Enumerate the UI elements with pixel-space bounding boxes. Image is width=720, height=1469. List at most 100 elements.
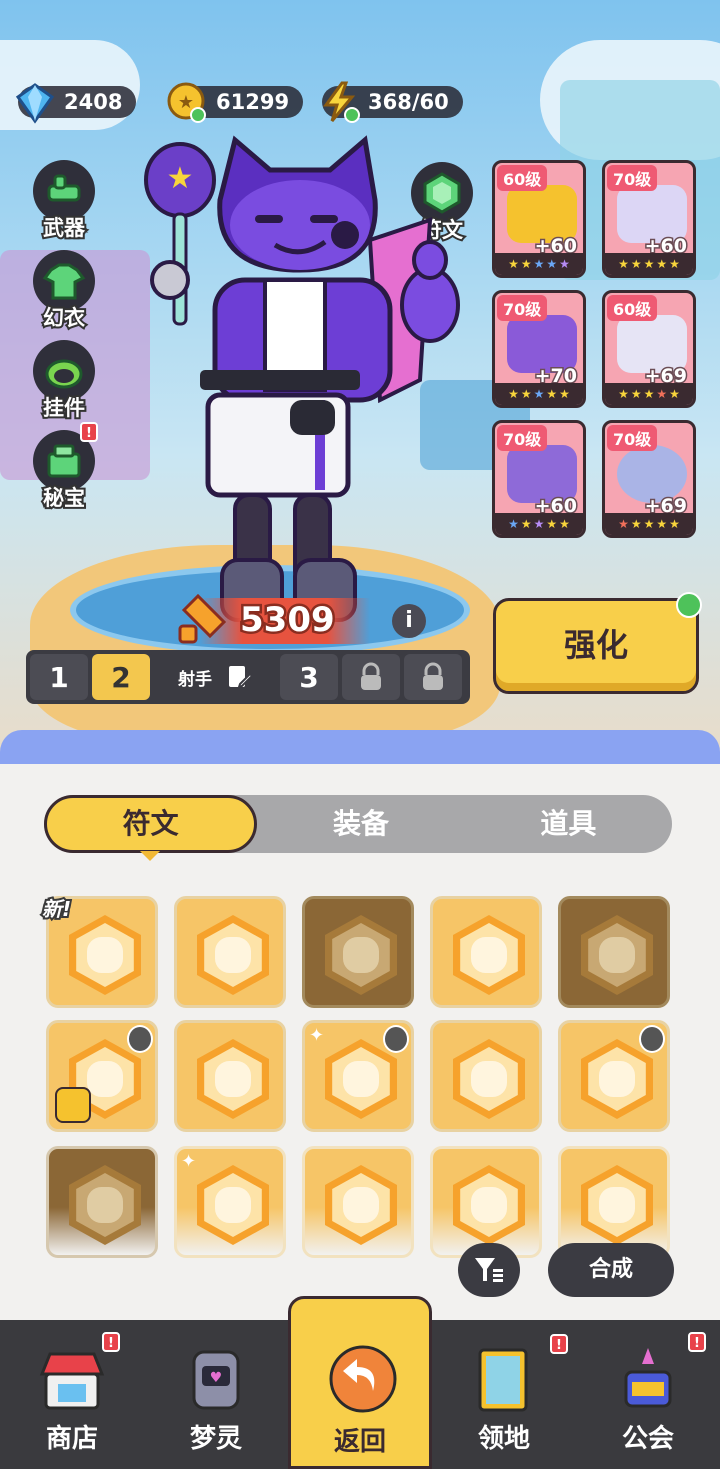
notification-badge: ! xyxy=(688,1332,706,1352)
rune-item[interactable] xyxy=(430,1020,542,1132)
notification-badge: ! xyxy=(102,1332,120,1352)
star-rating: ★ ★ ★ ★ ★ xyxy=(495,383,583,405)
nav-return[interactable]: 返回 xyxy=(288,1296,432,1469)
rune-item[interactable] xyxy=(174,1020,286,1132)
gem-icon xyxy=(15,83,55,124)
filter-icon xyxy=(475,1258,503,1282)
return-icon xyxy=(329,1345,397,1413)
lock-icon xyxy=(423,662,443,690)
lock-icon xyxy=(383,1025,409,1053)
loadout-name[interactable]: 射手 xyxy=(154,664,276,690)
territory-icon xyxy=(478,1348,528,1412)
equipment-level: 60级 xyxy=(497,165,548,191)
strengthen-button[interactable]: 强化 xyxy=(493,598,699,694)
nav-dream-spirit[interactable]: ♥ 梦灵 xyxy=(144,1320,288,1469)
weapon-label: 武器 xyxy=(41,214,87,242)
character-avatar-icon xyxy=(55,1087,91,1123)
info-button[interactable]: i xyxy=(392,604,426,638)
tab-pointer xyxy=(140,851,160,861)
equipment-slot-pants[interactable]: 60级 +69 ★ ★ ★ ★ ★ xyxy=(602,290,696,408)
nav-return-label: 返回 xyxy=(333,1427,386,1457)
nav-shop[interactable]: 商店 ! xyxy=(0,1320,144,1469)
sword-icon xyxy=(178,593,227,644)
rune-item[interactable] xyxy=(174,896,286,1008)
loadout-slot-locked[interactable] xyxy=(342,654,400,700)
sparkle-icon: ✦ xyxy=(309,1025,325,1046)
rune-item[interactable] xyxy=(46,1146,158,1258)
notification-badge: ! xyxy=(550,1334,568,1354)
pendant-button[interactable]: 挂件 xyxy=(22,340,106,430)
rune-item[interactable] xyxy=(558,1020,670,1132)
bottom-nav: 商店 ! ♥ 梦灵 返回 领地 ! 公会 ! xyxy=(0,1296,720,1469)
star-rating: ★ ★ ★ ★ ★ xyxy=(495,513,583,535)
star-rating: ★ ★ ★ ★ ★ xyxy=(605,383,693,405)
guild-icon xyxy=(624,1348,672,1408)
coin-counter[interactable]: ★ 61299 xyxy=(167,82,304,123)
weapon-button[interactable]: 武器 xyxy=(22,160,106,250)
tab-equipment[interactable]: 装备 xyxy=(257,795,464,853)
energy-icon xyxy=(323,81,360,123)
equipment-slot-shoes[interactable]: 70级 +60 ★ ★ ★ ★ ★ xyxy=(492,420,586,538)
notification-badge: ! xyxy=(80,422,98,442)
loadout-name-label: 射手 xyxy=(178,669,212,690)
lock-icon xyxy=(127,1025,153,1053)
equipment-level: 70级 xyxy=(497,295,548,321)
rune-item[interactable] xyxy=(558,896,670,1008)
coin-icon: ★ xyxy=(167,82,206,123)
inventory-panel-header xyxy=(0,730,720,768)
loadout-slot-2[interactable]: 2 xyxy=(92,654,150,700)
treasure-label: 秘宝 xyxy=(41,484,87,512)
tab-rune[interactable]: 符文 xyxy=(44,795,258,853)
energy-counter[interactable]: 368/60 xyxy=(322,81,463,123)
filter-button[interactable] xyxy=(458,1243,520,1297)
loadout-slot-1[interactable]: 1 xyxy=(30,654,88,700)
equipment-slot-gloves[interactable]: 70级 +70 ★ ★ ★ ★ ★ xyxy=(492,290,586,408)
rune-item[interactable] xyxy=(430,1146,542,1258)
loadout-selector: 1 2 射手 3 xyxy=(26,650,470,704)
loadout-slot-locked[interactable] xyxy=(404,654,462,700)
gem-value: 2408 xyxy=(64,90,123,114)
outfit-label: 幻衣 xyxy=(41,304,87,332)
rune-item[interactable]: ✦ xyxy=(302,1020,414,1132)
rune-item[interactable] xyxy=(430,896,542,1008)
nav-territory[interactable]: 领地 ! xyxy=(432,1320,576,1469)
svg-text:♥: ♥ xyxy=(210,1370,223,1386)
nav-guild[interactable]: 公会 ! xyxy=(576,1320,720,1469)
compose-button[interactable]: 合成 xyxy=(548,1243,674,1297)
inventory-tabs: 符文 装备 道具 xyxy=(44,795,672,853)
rune-item[interactable] xyxy=(558,1146,670,1258)
pendant-label: 挂件 xyxy=(41,394,87,422)
treasure-button[interactable]: 秘宝 ! xyxy=(22,422,106,520)
rune-item[interactable] xyxy=(302,896,414,1008)
nav-territory-label: 领地 xyxy=(477,1424,530,1454)
nav-dream-spirit-label: 梦灵 xyxy=(189,1424,242,1454)
energy-value: 368/60 xyxy=(368,90,449,114)
loadout-slot-3[interactable]: 3 xyxy=(280,654,338,700)
svg-text:★: ★ xyxy=(178,92,194,113)
edit-icon xyxy=(229,666,252,689)
gem-counter[interactable]: 2408 xyxy=(15,83,137,124)
coin-value: 61299 xyxy=(216,90,290,114)
equipment-level: 70级 xyxy=(607,165,658,191)
lock-icon xyxy=(361,662,381,690)
star-rating: ★ ★ ★ ★ ★ xyxy=(495,253,583,275)
rune-item[interactable] xyxy=(46,1020,158,1132)
svg-text:★: ★ xyxy=(167,161,194,196)
star-rating: ★ ★ ★ ★ ★ xyxy=(605,513,693,535)
sparkle-icon: ✦ xyxy=(181,1151,197,1172)
rune-item[interactable]: ✦ xyxy=(174,1146,286,1258)
lock-icon xyxy=(639,1025,665,1053)
nav-guild-label: 公会 xyxy=(621,1424,674,1454)
nav-shop-label: 商店 xyxy=(45,1424,98,1454)
combat-power-value: 5309 xyxy=(238,598,338,643)
equipment-slot-armor[interactable]: 70级 +60 ★ ★ ★ ★ ★ xyxy=(602,160,696,278)
outfit-button[interactable]: 幻衣 xyxy=(22,250,106,340)
equipment-slot-accessory[interactable]: 70级 +69 ★ ★ ★ ★ ★ xyxy=(602,420,696,538)
character-avatar[interactable]: ★ xyxy=(140,130,470,660)
star-rating: ★ ★ ★ ★ ★ xyxy=(605,253,693,275)
rune-item[interactable] xyxy=(302,1146,414,1258)
tab-items[interactable]: 道具 xyxy=(465,795,672,853)
upgrade-arrow-icon xyxy=(676,592,702,618)
equipment-level: 70级 xyxy=(497,425,548,451)
equipment-slot-helmet[interactable]: 60级 +60 ★ ★ ★ ★ ★ xyxy=(492,160,586,278)
